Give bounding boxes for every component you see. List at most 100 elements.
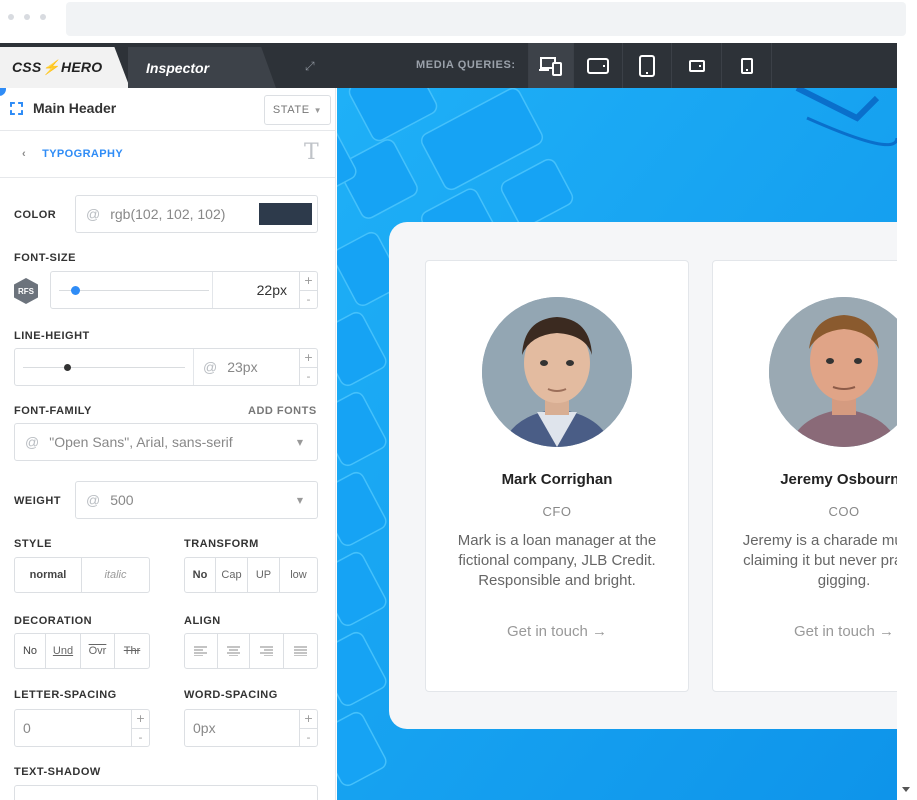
- phone-portrait-icon[interactable]: [721, 43, 771, 88]
- font-size-slider-thumb[interactable]: [71, 286, 80, 295]
- page-scrollbar[interactable]: [897, 43, 917, 800]
- desktop-laptop-icon[interactable]: [528, 43, 573, 88]
- member-bio: Mark is a loan manager at the fictional …: [457, 532, 657, 589]
- font-family-select[interactable]: @ "Open Sans", Arial, sans-serif ▼: [14, 423, 318, 461]
- address-bar[interactable]: [66, 2, 906, 36]
- style-italic-button[interactable]: italic: [82, 558, 149, 592]
- font-family-value: "Open Sans", Arial, sans-serif: [49, 434, 233, 450]
- align-justify-icon[interactable]: [284, 634, 317, 668]
- decoration-strike-button[interactable]: Thr: [115, 634, 149, 668]
- element-title: Main Header: [33, 100, 117, 116]
- decoration-underline-button[interactable]: Und: [46, 634, 81, 668]
- style-label: STYLE: [14, 538, 52, 550]
- decrement-button[interactable]: -: [300, 291, 317, 309]
- line-height-stepper[interactable]: + -: [299, 349, 317, 385]
- align-right-icon[interactable]: [250, 634, 284, 668]
- expand-icon[interactable]: ⤢: [305, 59, 315, 74]
- increment-button[interactable]: +: [300, 349, 317, 368]
- media-queries-label: MEDIA QUERIES:: [416, 59, 516, 71]
- font-family-label: FONT-FAMILY: [14, 405, 92, 417]
- increment-button[interactable]: +: [300, 710, 317, 729]
- decrement-button[interactable]: -: [300, 729, 317, 747]
- panel-handle[interactable]: [0, 88, 6, 96]
- member-role: COO: [828, 504, 860, 519]
- window-dot[interactable]: [40, 14, 46, 20]
- get-in-touch-link[interactable]: Get in touch →: [426, 623, 688, 640]
- decrement-button[interactable]: -: [300, 368, 317, 386]
- window-dot[interactable]: [24, 14, 30, 20]
- style-toggle: normal italic: [14, 557, 150, 593]
- word-spacing-stepper[interactable]: + -: [299, 710, 317, 746]
- word-spacing-label: WORD-SPACING: [184, 689, 278, 701]
- increment-button[interactable]: +: [132, 710, 149, 729]
- text-shadow-label: TEXT-SHADOW: [14, 766, 101, 778]
- transform-lowercase-button[interactable]: low: [280, 558, 317, 592]
- line-height-slider-thumb[interactable]: [63, 364, 71, 371]
- word-spacing-field[interactable]: 0px + -: [184, 709, 318, 747]
- at-icon: @: [86, 492, 101, 508]
- tablet-landscape-icon[interactable]: [573, 43, 622, 88]
- selection-icon: [10, 101, 23, 115]
- color-value: rgb(102, 102, 102): [110, 206, 226, 222]
- state-button-label: STATE: [272, 104, 310, 116]
- letter-spacing-stepper[interactable]: + -: [131, 710, 149, 746]
- increment-button[interactable]: +: [300, 272, 317, 291]
- line-height-label: LINE-HEIGHT: [14, 330, 90, 342]
- transform-uppercase-button[interactable]: UP: [248, 558, 280, 592]
- font-size-slider-track[interactable]: [59, 290, 209, 291]
- transform-capitalize-button[interactable]: Cap: [216, 558, 248, 592]
- typography-breadcrumb[interactable]: ‹ TYPOGRAPHY: [22, 148, 123, 160]
- font-size-stepper[interactable]: + -: [299, 272, 317, 308]
- rfs-badge[interactable]: RFS: [14, 278, 38, 304]
- weight-select[interactable]: @500 ▼: [75, 481, 318, 519]
- font-size-value: 22px: [256, 282, 287, 298]
- color-field[interactable]: @ rgb(102, 102, 102): [75, 195, 318, 233]
- align-left-icon[interactable]: [185, 634, 218, 668]
- chevron-down-icon: ▼: [296, 496, 303, 505]
- transform-toggle: No Cap UP low: [184, 557, 318, 593]
- avatar: [769, 297, 897, 447]
- tablet-portrait-icon[interactable]: [622, 43, 671, 88]
- letter-spacing-field[interactable]: 0 + -: [14, 709, 150, 747]
- add-fonts-link[interactable]: ADD FONTS: [248, 405, 317, 417]
- style-normal-button[interactable]: normal: [15, 558, 82, 592]
- chevron-left-icon[interactable]: ‹: [22, 148, 26, 160]
- color-swatch[interactable]: [259, 203, 312, 225]
- transform-label: TRANSFORM: [184, 538, 259, 550]
- weight-value: 500: [110, 492, 134, 508]
- decoration-toggle: No Und Ovr Thr: [14, 633, 150, 669]
- text-shadow-field[interactable]: [14, 785, 318, 800]
- member-bio: Jeremy is a charade musician, claiming i…: [742, 532, 897, 589]
- site-preview: Mark Corrighan CFO Mark is a loan manage…: [337, 88, 897, 800]
- transform-none-button[interactable]: No: [185, 558, 216, 592]
- element-header: Main Header: [10, 100, 116, 116]
- toolbar-spacer: [771, 43, 897, 88]
- font-size-field[interactable]: 22px + -: [50, 271, 318, 309]
- team-container: Mark Corrighan CFO Mark is a loan manage…: [389, 222, 897, 729]
- chevron-down-icon: ▼: [313, 105, 323, 115]
- decrement-button[interactable]: -: [132, 729, 149, 747]
- decoration-none-button[interactable]: No: [15, 634, 46, 668]
- member-role: CFO: [542, 504, 572, 519]
- scroll-down-icon[interactable]: [902, 787, 910, 792]
- align-center-icon[interactable]: [218, 634, 251, 668]
- font-size-label: FONT-SIZE: [14, 252, 76, 264]
- at-icon: @: [203, 359, 218, 375]
- state-button[interactable]: STATE ▼: [264, 95, 331, 125]
- typography-icon: T: [304, 140, 319, 165]
- word-spacing-value: 0px: [193, 720, 216, 736]
- phone-landscape-icon[interactable]: [671, 43, 721, 88]
- weight-label: WEIGHT: [14, 495, 61, 507]
- browser-bar: [0, 0, 917, 43]
- get-in-touch-link[interactable]: Get in touch →: [713, 623, 897, 640]
- line-height-slider-track[interactable]: [23, 367, 185, 368]
- decoration-overline-button[interactable]: Ovr: [81, 634, 115, 668]
- tab-inspector[interactable]: Inspector: [128, 47, 276, 88]
- team-card: Mark Corrighan CFO Mark is a loan manage…: [425, 260, 689, 692]
- line-height-field[interactable]: @23px + -: [14, 348, 318, 386]
- window-dot[interactable]: [8, 14, 14, 20]
- team-card: Jeremy Osbourne COO Jeremy is a charade …: [712, 260, 897, 692]
- section-title: TYPOGRAPHY: [42, 148, 124, 160]
- inspector-panel: Main Header STATE ▼ ‹ TYPOGRAPHY T COLOR…: [0, 88, 336, 800]
- csshero-logo[interactable]: CSS⚡HERO: [0, 47, 130, 88]
